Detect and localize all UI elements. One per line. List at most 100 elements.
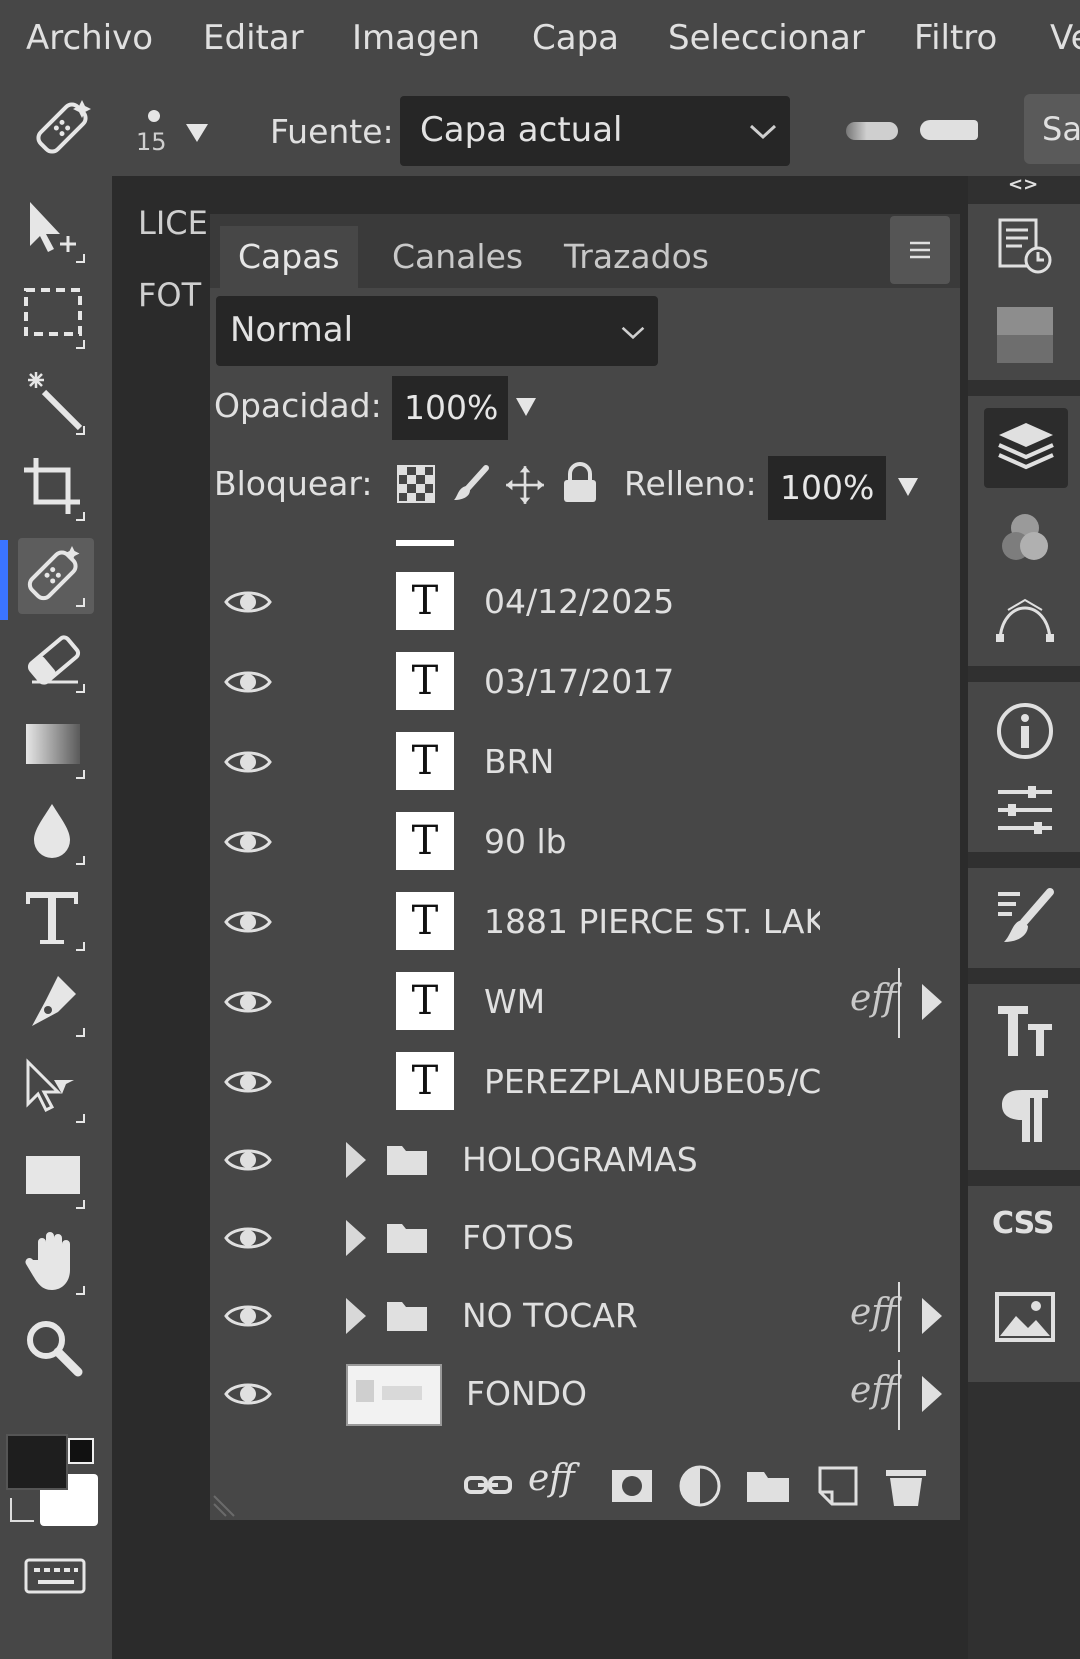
visibility-eye-icon[interactable] [224, 822, 272, 862]
group-row[interactable]: NO TOCAR eff [210, 1276, 960, 1356]
info-icon[interactable] [994, 700, 1056, 762]
tab-canales[interactable]: Canales [374, 226, 541, 288]
visibility-eye-icon[interactable] [224, 1374, 272, 1414]
color-swatches[interactable] [6, 1434, 106, 1534]
opacity-dropdown-icon[interactable] [516, 398, 536, 416]
foreground-color-swatch[interactable] [6, 1434, 68, 1490]
group-row[interactable]: HOLOGRAMAS [210, 1120, 960, 1200]
tab-capas[interactable]: Capas [220, 226, 358, 288]
blur-drop-tool-icon[interactable] [18, 796, 94, 872]
expand-group-arrow-icon[interactable] [346, 1142, 366, 1178]
add-effect-button[interactable]: eff [528, 1458, 575, 1499]
swatches-icon[interactable] [994, 304, 1056, 366]
blend-mode-select[interactable]: Normal [216, 296, 658, 366]
resize-grip-icon[interactable] [212, 1494, 236, 1518]
source-select[interactable]: Capa actual [400, 96, 790, 166]
document-tab-2[interactable]: FOT [138, 276, 201, 314]
group-row[interactable]: FOTOS [210, 1198, 960, 1278]
healing-tool-icon[interactable] [18, 538, 94, 614]
dock-group-info [968, 682, 1080, 852]
layer-effects-label[interactable]: eff [850, 978, 897, 1019]
menu-filtro[interactable]: Filtro [914, 18, 997, 58]
menu-seleccionar[interactable]: Seleccionar [668, 18, 865, 58]
paragraph-icon[interactable] [994, 1084, 1056, 1146]
link-layers-icon[interactable] [464, 1462, 512, 1510]
lock-pixels-brush-icon[interactable] [450, 464, 490, 504]
fill-dropdown-icon[interactable] [898, 478, 918, 496]
lock-position-move-icon[interactable] [504, 464, 546, 506]
css-button[interactable]: CSS [992, 1206, 1054, 1241]
pen-tool-icon[interactable] [18, 968, 94, 1044]
new-group-folder-icon[interactable] [744, 1462, 792, 1510]
delete-layer-trash-icon[interactable] [882, 1462, 930, 1510]
layer-row[interactable]: T 03/17/2017 [210, 642, 960, 722]
visibility-eye-icon[interactable] [224, 982, 272, 1022]
paths-icon[interactable] [994, 588, 1056, 650]
layer-row[interactable]: T PEREZPLANUBE05/C [210, 1042, 960, 1122]
swap-colors-icon[interactable] [68, 1438, 94, 1464]
layer-row[interactable]: T 1881 PIERCE ST. LAK [210, 882, 960, 962]
menu-capa[interactable]: Capa [532, 18, 619, 58]
dock-collapse-toggle[interactable]: <> [1008, 174, 1038, 195]
layer-row[interactable]: T 04/12/2025 [210, 562, 960, 642]
brush-soft-icon[interactable] [846, 122, 898, 140]
visibility-eye-icon[interactable] [224, 902, 272, 942]
expand-effects-arrow-icon[interactable] [922, 1376, 942, 1412]
type-tool-icon[interactable] [18, 882, 94, 958]
layer-row[interactable]: T BRN [210, 722, 960, 802]
brush-hard-icon[interactable] [920, 120, 978, 140]
expand-group-arrow-icon[interactable] [346, 1298, 366, 1334]
visibility-eye-icon[interactable] [224, 1218, 272, 1258]
visibility-eye-icon[interactable] [224, 1062, 272, 1102]
brush-size-control[interactable]: 15 [136, 104, 216, 164]
reset-colors-icon[interactable] [10, 1498, 34, 1522]
lock-transparency-icon[interactable] [396, 464, 436, 504]
visibility-eye-icon[interactable] [224, 582, 272, 622]
lock-all-icon[interactable] [560, 462, 600, 504]
fill-input[interactable]: 100% [768, 456, 886, 520]
panel-menu-button[interactable] [890, 216, 950, 284]
layer-effects-label[interactable]: eff [850, 1370, 897, 1411]
menu-editar[interactable]: Editar [203, 18, 304, 58]
expand-effects-arrow-icon[interactable] [922, 984, 942, 1020]
history-icon[interactable] [994, 216, 1056, 278]
layer-row[interactable]: T WM eff [210, 962, 960, 1042]
adjustment-layer-icon[interactable] [676, 1462, 724, 1510]
channels-icon[interactable] [994, 508, 1056, 570]
rectangle-shape-tool-icon[interactable] [18, 1140, 94, 1216]
visibility-eye-icon[interactable] [224, 662, 272, 702]
opacity-input[interactable]: 100% [392, 376, 508, 440]
healing-brush-icon[interactable] [30, 96, 94, 160]
add-mask-icon[interactable] [608, 1462, 656, 1510]
eraser-tool-icon[interactable] [18, 624, 94, 700]
brush-settings-icon[interactable] [994, 886, 1056, 948]
layer-row[interactable]: T 90 lb [210, 802, 960, 882]
expand-effects-arrow-icon[interactable] [922, 1298, 942, 1334]
magic-wand-tool-icon[interactable] [18, 366, 94, 442]
path-selection-tool-icon[interactable] [18, 1054, 94, 1130]
hand-tool-icon[interactable] [18, 1226, 94, 1302]
sample-button[interactable]: Sa [1024, 94, 1080, 164]
menu-ver[interactable]: Ve [1050, 18, 1080, 58]
layers-dock-button[interactable] [984, 408, 1068, 488]
menu-archivo[interactable]: Archivo [26, 18, 153, 58]
visibility-eye-icon[interactable] [224, 742, 272, 782]
layer-row[interactable]: FONDO eff [210, 1354, 960, 1434]
expand-group-arrow-icon[interactable] [346, 1220, 366, 1256]
image-icon[interactable] [994, 1286, 1056, 1348]
document-tab-1[interactable]: LICE [138, 204, 208, 242]
crop-tool-icon[interactable] [18, 452, 94, 528]
gradient-tool-icon[interactable] [18, 710, 94, 786]
menu-imagen[interactable]: Imagen [352, 18, 480, 58]
visibility-eye-icon[interactable] [224, 1296, 272, 1336]
visibility-eye-icon[interactable] [224, 1140, 272, 1180]
new-layer-icon[interactable] [814, 1462, 862, 1510]
move-tool-icon[interactable] [18, 194, 94, 270]
marquee-tool-icon[interactable] [18, 280, 94, 356]
adjustments-sliders-icon[interactable] [994, 780, 1056, 842]
layer-effects-label[interactable]: eff [850, 1292, 897, 1333]
keyboard-icon[interactable] [18, 1546, 94, 1606]
zoom-tool-icon[interactable] [18, 1312, 94, 1388]
tab-trazados[interactable]: Trazados [546, 226, 727, 288]
character-icon[interactable] [994, 1000, 1056, 1062]
